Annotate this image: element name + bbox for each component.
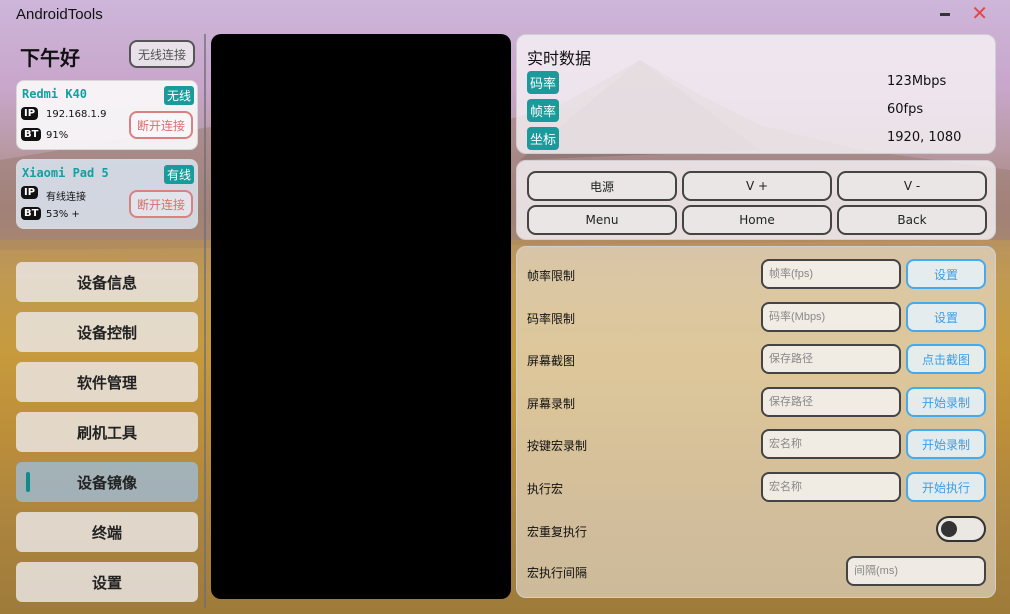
- disconnect-button[interactable]: 断开连接: [129, 111, 193, 139]
- realtime-title: 实时数据: [527, 51, 592, 68]
- realtime-row: 码率 123Mbps: [527, 71, 987, 94]
- bitrate-limit-input[interactable]: [761, 302, 901, 332]
- realtime-row: 帧率 60fps: [527, 99, 987, 122]
- macro-interval-row: 宏执行间隔: [527, 556, 987, 588]
- macro-interval-label: 宏执行间隔: [527, 566, 588, 580]
- macro-execute-label: 执行宏: [527, 482, 564, 496]
- bitrate-limit-row: 码率限制 设置: [527, 302, 987, 334]
- close-icon[interactable]: ✕: [971, 3, 988, 23]
- nav-app-management[interactable]: 软件管理: [16, 362, 198, 402]
- toggle-knob: [941, 521, 957, 537]
- fps-limit-set-button[interactable]: 设置: [906, 259, 986, 289]
- screen-record-label: 屏幕录制: [527, 397, 576, 411]
- fps-limit-input[interactable]: [761, 259, 901, 289]
- device-ip: 有线连接: [46, 192, 86, 203]
- disconnect-button[interactable]: 断开连接: [129, 190, 193, 218]
- screenshot-label: 屏幕截图: [527, 354, 576, 368]
- power-button[interactable]: 电源: [527, 171, 677, 201]
- bitrate-limit-label: 码率限制: [527, 312, 576, 326]
- screenshot-row: 屏幕截图 点击截图: [527, 344, 987, 376]
- screen-record-button[interactable]: 开始录制: [906, 387, 986, 417]
- home-button[interactable]: Home: [682, 205, 832, 235]
- realtime-value: 1920, 1080: [887, 130, 962, 145]
- volume-down-button[interactable]: V -: [837, 171, 987, 201]
- nav-device-control[interactable]: 设备控制: [16, 312, 198, 352]
- mirror-settings-panel: 帧率限制 设置 码率限制 设置 屏幕截图 点击截图 屏幕录制 开始录制 按键宏录…: [516, 246, 996, 598]
- bt-tag: BT: [21, 128, 42, 141]
- ip-tag: IP: [21, 186, 39, 199]
- app-title: AndroidTools: [16, 6, 103, 23]
- macro-repeat-label: 宏重复执行: [527, 525, 588, 539]
- macro-record-name-input[interactable]: [761, 429, 901, 459]
- nav-device-info[interactable]: 设备信息: [16, 262, 198, 302]
- screenshot-button[interactable]: 点击截图: [906, 344, 986, 374]
- realtime-value: 123Mbps: [887, 74, 947, 89]
- realtime-row: 坐标 1920, 1080: [527, 127, 987, 150]
- macro-repeat-toggle[interactable]: [936, 516, 986, 542]
- device-name: Redmi K40: [22, 87, 88, 101]
- fps-limit-label: 帧率限制: [527, 269, 576, 283]
- nav-flash-tools[interactable]: 刷机工具: [16, 412, 198, 452]
- nav-terminal[interactable]: 终端: [16, 512, 198, 552]
- sidebar-nav: 设备信息 设备控制 软件管理 刷机工具 设备镜像 终端 设置: [16, 262, 200, 612]
- device-battery: 53% +: [46, 209, 80, 220]
- macro-execute-button[interactable]: 开始执行: [906, 472, 986, 502]
- realtime-label: 帧率: [527, 99, 560, 122]
- macro-execute-name-input[interactable]: [761, 472, 901, 502]
- sidebar-divider[interactable]: [204, 34, 206, 608]
- bt-tag: BT: [21, 207, 42, 220]
- nav-settings[interactable]: 设置: [16, 562, 198, 602]
- ip-tag: IP: [21, 107, 39, 120]
- device-card[interactable]: Xiaomi Pad 5 有线 IP 有线连接 BT 53% + 断开连接: [16, 159, 198, 229]
- macro-repeat-row: 宏重复执行: [527, 515, 987, 547]
- realtime-label: 码率: [527, 71, 560, 94]
- screen-record-path-input[interactable]: [761, 387, 901, 417]
- menu-button[interactable]: Menu: [527, 205, 677, 235]
- back-button[interactable]: Back: [837, 205, 987, 235]
- screenshot-path-input[interactable]: [761, 344, 901, 374]
- screen-record-row: 屏幕录制 开始录制: [527, 387, 987, 419]
- macro-record-label: 按键宏录制: [527, 439, 588, 453]
- nav-device-mirror[interactable]: 设备镜像: [16, 462, 198, 502]
- macro-record-button[interactable]: 开始录制: [906, 429, 986, 459]
- volume-up-button[interactable]: V +: [682, 171, 832, 201]
- title-bar: AndroidTools ✕: [0, 0, 1010, 30]
- realtime-panel: 实时数据 码率 123Mbps 帧率 60fps 坐标 1920, 1080: [516, 34, 996, 154]
- device-ip: 192.168.1.9: [46, 109, 107, 120]
- connection-badge: 无线: [163, 86, 194, 105]
- device-name: Xiaomi Pad 5: [22, 166, 109, 180]
- connection-badge: 有线: [163, 165, 194, 184]
- bitrate-limit-set-button[interactable]: 设置: [906, 302, 986, 332]
- control-panel: 电源 V + V - Menu Home Back: [516, 160, 996, 240]
- sidebar: 下午好 无线连接 Redmi K40 无线 IP 192.168.1.9 BT …: [8, 32, 204, 610]
- macro-record-row: 按键宏录制 开始录制: [527, 429, 987, 461]
- fps-limit-row: 帧率限制 设置: [527, 259, 987, 291]
- mirror-screen[interactable]: [211, 34, 511, 599]
- wireless-connect-button[interactable]: 无线连接: [129, 40, 195, 68]
- minimize-icon[interactable]: [938, 6, 952, 20]
- macro-execute-row: 执行宏 开始执行: [527, 472, 987, 504]
- macro-interval-input[interactable]: [846, 556, 986, 586]
- greeting: 下午好: [20, 48, 80, 70]
- device-battery: 91%: [46, 130, 69, 141]
- device-card[interactable]: Redmi K40 无线 IP 192.168.1.9 BT 91% 断开连接: [16, 80, 198, 150]
- realtime-label: 坐标: [527, 127, 560, 150]
- realtime-value: 60fps: [887, 102, 924, 117]
